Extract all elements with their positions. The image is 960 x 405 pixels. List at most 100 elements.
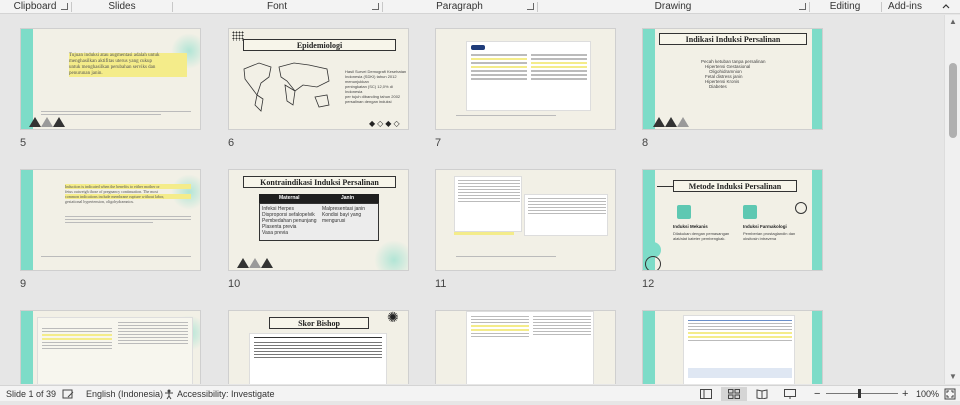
ribbon-group-slides[interactable]: Slides bbox=[72, 0, 172, 14]
language-status[interactable]: English (Indonesia) bbox=[86, 386, 163, 402]
decor-triangle bbox=[653, 117, 665, 127]
decor-triangle bbox=[665, 117, 677, 127]
table-header-cell: Janin bbox=[341, 195, 355, 201]
document-image bbox=[466, 41, 591, 111]
list-item: Diabetes bbox=[709, 84, 727, 89]
dialog-launcher-icon[interactable] bbox=[799, 3, 806, 10]
table-column: Infeksi Herpes Disproporsi sefalopelvik … bbox=[262, 206, 317, 236]
text-line: penurunan janin. bbox=[69, 71, 103, 76]
table-cell: mengurusi bbox=[322, 218, 346, 224]
bullet-list: Pecah ketuban tanpa persalinan Hipertens… bbox=[701, 59, 801, 89]
document-table-image bbox=[524, 194, 608, 236]
slide-number: 10 bbox=[228, 278, 241, 290]
slide-text: Hasil Survei Demografi Kesehatan Indones… bbox=[345, 69, 407, 104]
ribbon-group-addins[interactable]: Add-ins bbox=[882, 0, 928, 14]
slide-thumbnail[interactable] bbox=[435, 169, 616, 271]
dialog-launcher-icon[interactable] bbox=[372, 3, 379, 10]
decor-triangle bbox=[53, 117, 65, 127]
vertical-scrollbar[interactable]: ▲ ▼ bbox=[944, 15, 960, 384]
slide-thumbnail[interactable]: Skor Bishop ✺ bbox=[228, 310, 409, 384]
scroll-up-icon[interactable]: ▲ bbox=[948, 17, 958, 27]
notes-icon[interactable] bbox=[62, 388, 74, 405]
slide-number: 9 bbox=[20, 278, 27, 290]
text-line: peningkatan (SC) 12,0% di Indonesia bbox=[345, 84, 393, 94]
collapse-ribbon-icon[interactable] bbox=[940, 1, 952, 13]
zoom-slider[interactable] bbox=[826, 393, 898, 394]
view-slideshow-button[interactable] bbox=[777, 387, 803, 401]
ribbon-group-bar: Clipboard Slides Font Paragraph Drawing … bbox=[0, 0, 960, 14]
decor-circle bbox=[795, 202, 807, 214]
method-text: Dilakukan dengan pemasangan alat/alat ka… bbox=[673, 231, 730, 241]
decor-triangle bbox=[237, 258, 249, 268]
slide-thumbnail[interactable] bbox=[642, 310, 823, 384]
fit-to-window-icon[interactable] bbox=[944, 388, 956, 405]
slide-title: Metode Induksi Persalinan bbox=[673, 180, 797, 192]
group-label: Paragraph bbox=[436, 1, 483, 12]
slide-number: 6 bbox=[228, 137, 235, 149]
decor-triangle bbox=[261, 258, 273, 268]
decor-line bbox=[657, 186, 673, 187]
decor-dots bbox=[232, 31, 244, 41]
ribbon-group-paragraph[interactable]: Paragraph bbox=[383, 0, 536, 14]
slide-thumbnail[interactable]: Indikasi Induksi Persalinan Pecah ketuba… bbox=[642, 28, 823, 130]
slide-text: Induction is indicated when the benefits… bbox=[65, 184, 191, 204]
table-header: Maternal Janin bbox=[259, 194, 379, 203]
slide-title: Kontraindikasi Induksi Persalinan bbox=[243, 176, 396, 188]
scroll-down-icon[interactable]: ▼ bbox=[948, 372, 958, 382]
slide-sorter-canvas: Tujuan induksi atau augmentasi adalah un… bbox=[0, 15, 944, 384]
document-image bbox=[683, 315, 795, 384]
text-line: Indonesia (SDKI) tahun 2012 menunjukkan bbox=[345, 74, 397, 84]
bishop-score-table bbox=[249, 333, 387, 384]
ribbon-group-editing[interactable]: Editing bbox=[810, 0, 880, 14]
dialog-launcher-icon[interactable] bbox=[61, 3, 68, 10]
slide-number: 7 bbox=[435, 137, 442, 149]
slide-thumbnail[interactable]: Induction is indicated when the benefits… bbox=[20, 169, 201, 271]
slide-thumbnail[interactable]: Epidemiologi Hasil Survei Demografi Kese… bbox=[228, 28, 409, 130]
method-heading: Induksi Farmakologi bbox=[743, 224, 787, 229]
text-line: gestational hypertension, oligohydramnio… bbox=[65, 199, 135, 204]
mechanical-icon bbox=[677, 205, 691, 219]
zoom-in-button[interactable]: + bbox=[902, 386, 908, 402]
group-label: Add-ins bbox=[888, 1, 922, 12]
dialog-launcher-icon[interactable] bbox=[527, 3, 534, 10]
table-body: Infeksi Herpes Disproporsi sefalopelvik … bbox=[259, 203, 379, 241]
slide-thumbnail[interactable] bbox=[435, 310, 616, 384]
accent-bar bbox=[812, 311, 822, 384]
accent-bar bbox=[643, 311, 655, 384]
accent-bar bbox=[643, 29, 655, 129]
slide-number: 8 bbox=[642, 137, 649, 149]
slide-title: Skor Bishop bbox=[269, 317, 369, 329]
ribbon-group-font[interactable]: Font bbox=[173, 0, 381, 14]
method-heading: Induksi Mekanis bbox=[673, 224, 708, 229]
slide-thumbnail[interactable] bbox=[435, 28, 616, 130]
slide-thumbnail[interactable]: Kontraindikasi Induksi Persalinan Matern… bbox=[228, 169, 409, 271]
ribbon-group-drawing[interactable]: Drawing bbox=[538, 0, 808, 14]
slide-thumbnail[interactable]: Tujuan induksi atau augmentasi adalah un… bbox=[20, 28, 201, 130]
slide-thumbnail[interactable] bbox=[20, 310, 201, 384]
scroll-thumb[interactable] bbox=[949, 63, 957, 138]
slide-thumbnail[interactable]: Metode Induksi Persalinan Induksi Mekani… bbox=[642, 169, 823, 271]
slide-number: 12 bbox=[642, 278, 655, 290]
decor-star-icon: ✺ bbox=[387, 310, 399, 325]
accessibility-icon[interactable] bbox=[163, 388, 175, 405]
citation bbox=[456, 115, 556, 118]
zoom-level[interactable]: 100% bbox=[916, 386, 939, 402]
view-slide-sorter-button[interactable] bbox=[721, 387, 747, 401]
slide-number: 5 bbox=[20, 137, 27, 149]
ribbon-group-clipboard[interactable]: Clipboard bbox=[0, 0, 70, 14]
view-reading-button[interactable] bbox=[749, 387, 775, 401]
pharmacology-icon bbox=[743, 205, 757, 219]
decor-triangle bbox=[249, 258, 261, 268]
slide-title: Indikasi Induksi Persalinan bbox=[659, 33, 807, 45]
zoom-slider-thumb[interactable] bbox=[858, 389, 861, 398]
decor-triangle bbox=[29, 117, 41, 127]
zoom-out-button[interactable]: − bbox=[814, 386, 820, 402]
accent-bar bbox=[21, 311, 33, 384]
citation bbox=[41, 256, 191, 259]
table-column: Malpresentasi janin Kondisi bayi yang me… bbox=[322, 206, 365, 224]
decor-blob bbox=[374, 240, 408, 270]
view-normal-button[interactable] bbox=[693, 387, 719, 401]
group-label: Slides bbox=[108, 1, 136, 12]
accessibility-status[interactable]: Accessibility: Investigate bbox=[177, 386, 275, 402]
slide-indicator[interactable]: Slide 1 of 39 bbox=[6, 386, 56, 402]
